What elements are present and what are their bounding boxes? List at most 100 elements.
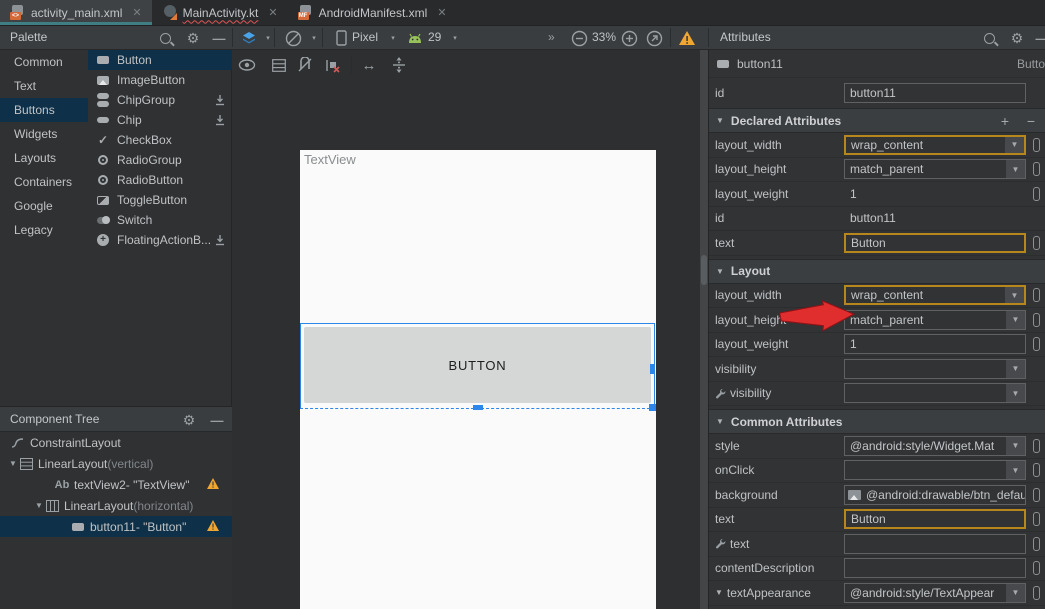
palette-category-containers[interactable]: Containers — [0, 170, 88, 194]
close-tab-icon[interactable]: ✕ — [268, 6, 277, 19]
id-value[interactable]: button11 — [844, 211, 1026, 225]
view-options-eye-icon[interactable] — [237, 55, 257, 75]
resize-handle-corner[interactable] — [649, 404, 656, 411]
resize-handle-bottom[interactable] — [473, 405, 483, 410]
palette-item-chipgroup[interactable]: ChipGroup — [88, 90, 232, 110]
layout-width-combo[interactable]: wrap_content▼ — [844, 135, 1026, 155]
layout-weight-input[interactable]: 1 — [844, 334, 1026, 354]
resource-picker-icon[interactable] — [1033, 162, 1040, 176]
tree-node-linearlayout-horizontal[interactable]: ▼ LinearLayout(horizontal) — [0, 495, 232, 516]
expander-icon[interactable]: ▼ — [34, 501, 44, 510]
resource-picker-icon[interactable] — [1033, 512, 1040, 526]
palette-item-switch[interactable]: Switch — [88, 210, 232, 230]
palette-minimize-icon[interactable]: — — [210, 29, 228, 47]
close-tab-icon[interactable]: ✕ — [437, 6, 446, 19]
tab-activity-main-xml[interactable]: <> activity_main.xml ✕ — [0, 0, 152, 25]
chevron-down-icon[interactable]: ▼ — [1006, 360, 1025, 378]
palette-item-togglebutton[interactable]: ToggleButton — [88, 190, 232, 210]
text-input[interactable]: Button — [844, 233, 1026, 253]
show-constraints-icon[interactable] — [269, 55, 289, 75]
palette-category-common[interactable]: Common — [0, 50, 88, 74]
palette-category-text[interactable]: Text — [0, 74, 88, 98]
palette-item-chip[interactable]: Chip — [88, 110, 232, 130]
component-tree-minimize-icon[interactable]: — — [208, 411, 226, 429]
id-input[interactable]: button11 — [844, 83, 1026, 103]
expander-icon[interactable]: ▼ — [8, 459, 18, 468]
palette-category-buttons[interactable]: Buttons — [0, 98, 88, 122]
scrollbar-thumb[interactable] — [701, 255, 707, 285]
attributes-search-icon[interactable] — [980, 29, 998, 47]
section-layout[interactable]: ▼ Layout — [709, 259, 1045, 284]
chevron-down-icon[interactable]: ▼ — [1006, 584, 1025, 602]
palette-item-checkbox[interactable]: ✓ CheckBox — [88, 130, 232, 150]
expander-icon[interactable]: ▼ — [715, 588, 723, 597]
chevron-down-icon[interactable]: ▼ — [1006, 461, 1025, 479]
resize-handle-right[interactable] — [650, 364, 655, 374]
clear-all-constraints-icon[interactable] — [323, 55, 343, 75]
layout-weight-value[interactable]: 1 — [844, 187, 1026, 201]
resource-picker-icon[interactable] — [1033, 439, 1040, 453]
style-combo[interactable]: @android:style/Widget.Mat▼ — [844, 436, 1026, 456]
visibility-combo[interactable]: ▼ — [844, 359, 1026, 379]
tree-node-linearlayout-vertical[interactable]: ▼ LinearLayout(vertical) — [0, 453, 232, 474]
palette-item-imagebutton[interactable]: ImageButton — [88, 70, 232, 90]
tools-text-input[interactable] — [844, 534, 1026, 554]
resource-picker-icon[interactable] — [1033, 288, 1040, 302]
resource-picker-icon[interactable] — [1033, 138, 1040, 152]
resource-picker-icon[interactable] — [1033, 586, 1040, 600]
scrollbar-track[interactable] — [700, 50, 708, 609]
palette-gear-icon[interactable]: ⚙ — [184, 29, 202, 47]
palette-category-widgets[interactable]: Widgets — [0, 122, 88, 146]
layout-height-combo[interactable]: match_parent▼ — [844, 159, 1026, 179]
palette-category-google[interactable]: Google — [0, 194, 88, 218]
resource-picker-icon[interactable] — [1033, 313, 1040, 327]
resource-picker-icon[interactable] — [1033, 187, 1040, 201]
component-tree-gear-icon[interactable]: ⚙ — [180, 411, 198, 429]
chevron-down-icon[interactable]: ▼ — [1006, 437, 1025, 455]
autoconnect-off-magnet-icon[interactable] — [295, 55, 315, 75]
remove-attribute-icon[interactable]: − — [1027, 113, 1035, 129]
background-input[interactable]: @android:drawable/btn_defau — [844, 485, 1026, 505]
palette-item-radiogroup[interactable]: RadioGroup — [88, 150, 232, 170]
chevron-down-icon[interactable]: ▼ — [1006, 384, 1025, 402]
palette-search-icon[interactable] — [156, 29, 174, 47]
close-tab-icon[interactable]: ✕ — [132, 6, 141, 19]
tree-node-textview2[interactable]: Ab textView2- "TextView" — [0, 474, 232, 495]
download-icon[interactable] — [214, 114, 226, 129]
tree-node-constraintlayout[interactable]: ConstraintLayout — [0, 432, 232, 453]
resource-picker-icon[interactable] — [1033, 488, 1040, 502]
palette-item-button[interactable]: Button — [88, 50, 232, 70]
palette-item-radiobutton[interactable]: RadioButton — [88, 170, 232, 190]
zoom-out-icon[interactable] — [570, 29, 588, 47]
attributes-minimize-icon[interactable]: — — [1033, 29, 1045, 47]
download-icon[interactable] — [214, 94, 226, 109]
api-level-selector[interactable]: 29 — [428, 30, 441, 44]
device-canvas[interactable]: TextView BUTTON — [300, 150, 656, 609]
palette-category-layouts[interactable]: Layouts — [0, 146, 88, 170]
tools-visibility-combo[interactable]: ▼ — [844, 383, 1026, 403]
attributes-gear-icon[interactable]: ⚙ — [1008, 29, 1026, 47]
content-description-input[interactable] — [844, 558, 1026, 578]
layout-width-combo[interactable]: wrap_content▼ — [844, 285, 1026, 305]
toolbar-overflow-chevrons[interactable]: » — [548, 30, 555, 44]
tab-mainactivity-kt[interactable]: MainActivity.kt ✕ — [152, 0, 288, 25]
resource-picker-icon[interactable] — [1033, 463, 1040, 477]
tab-androidmanifest-xml[interactable]: MF AndroidManifest.xml ✕ — [288, 0, 457, 25]
textappearance-combo[interactable]: @android:style/TextAppear▼ — [844, 583, 1026, 603]
download-icon[interactable] — [214, 234, 226, 249]
zoom-to-fit-icon[interactable] — [645, 29, 663, 47]
resource-picker-icon[interactable] — [1033, 236, 1040, 250]
tree-node-button11[interactable]: button11- "Button" — [0, 516, 232, 537]
palette-item-floatingactionbutton[interactable]: + FloatingActionB... — [88, 230, 232, 250]
chevron-down-icon[interactable]: ▼ — [1006, 311, 1025, 329]
default-margins-icon[interactable]: ↔ — [359, 55, 379, 75]
chevron-down-icon[interactable]: ▼ — [1005, 137, 1024, 153]
resource-picker-icon[interactable] — [1033, 337, 1040, 351]
palette-category-legacy[interactable]: Legacy — [0, 218, 88, 242]
section-common-attributes[interactable]: ▼ Common Attributes — [709, 409, 1045, 434]
resource-picker-icon[interactable] — [1033, 561, 1040, 575]
pack-expand-icon[interactable] — [389, 55, 409, 75]
layout-height-combo[interactable]: match_parent▼ — [844, 310, 1026, 330]
warnings-icon[interactable] — [678, 29, 696, 47]
resource-picker-icon[interactable] — [1033, 537, 1040, 551]
